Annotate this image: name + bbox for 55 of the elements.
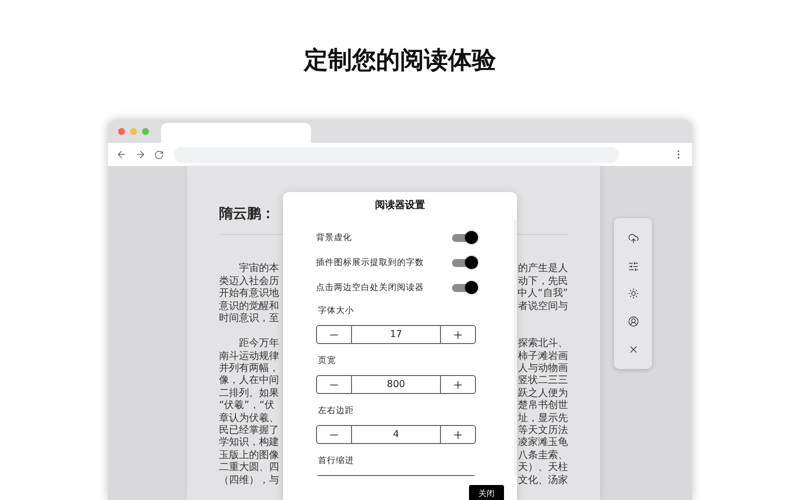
setting-label: 左右边距	[318, 405, 354, 418]
article-text: 二重大圆、四	[219, 462, 279, 474]
toggle-switch[interactable]	[452, 234, 476, 242]
article-text: 址，显示先	[518, 412, 568, 424]
article-text: 凌家滩玉龟	[518, 437, 568, 450]
setting-label: 页宽	[318, 355, 336, 368]
article-text: 中人“自我”	[518, 288, 568, 300]
article-text: 意识的觉醒和	[219, 300, 279, 312]
forward-arrow-icon	[135, 149, 146, 160]
cloud-upload-icon	[628, 232, 638, 244]
page-heading: 定制您的阅读体验	[304, 45, 496, 76]
back-arrow-icon	[116, 149, 127, 160]
article-text: 并列有两幅，	[219, 363, 279, 374]
article-text: 像，人在中间	[219, 375, 279, 388]
article-text: 八条圭索、	[518, 450, 568, 462]
plus-icon	[452, 428, 464, 441]
article-text: 等天文历法	[518, 425, 568, 436]
setting-label: 首行缩进	[318, 455, 354, 468]
article-text: 文化、汤家	[518, 474, 568, 487]
article-text: 学知识，构建	[219, 437, 279, 450]
article-text: 玉版上的图像	[219, 450, 279, 462]
article-text: 二排列。如果	[219, 388, 279, 400]
article-text: 柿子滩岩画	[518, 350, 568, 362]
sun-icon	[628, 288, 638, 300]
plus-icon	[452, 378, 464, 391]
article-text: 者说空间与	[518, 300, 568, 313]
close-button[interactable]: 关闭	[469, 485, 504, 500]
article-text: 类迈入社会历	[219, 276, 279, 288]
toggle-switch[interactable]	[452, 258, 476, 267]
article-text: 楚帛书创世	[518, 400, 568, 412]
article-text: 人与动物画	[518, 363, 568, 374]
article-text: 竖状二三三	[518, 375, 568, 388]
plus-icon	[452, 328, 464, 341]
article-text: 宇宙的本	[239, 263, 279, 276]
setting-label: 字体大小	[318, 305, 354, 318]
article-text: “伏羲”，“伏	[219, 400, 275, 412]
article-text: 跃之人便为	[518, 388, 568, 400]
article-text: （四维），与	[219, 474, 279, 487]
toggle-label: 插件图标展示提取到的字数	[316, 256, 424, 269]
user-circle-icon	[628, 316, 638, 328]
reload-icon	[154, 150, 164, 160]
article-text: 章认为伏羲、	[219, 412, 279, 424]
article-text: 距今万年	[239, 338, 279, 350]
article-text: 的产生是人	[518, 263, 568, 276]
article-text: 探索北斗、	[518, 338, 568, 350]
settings-sliders-icon	[628, 260, 638, 272]
article-text: 动下，先民	[518, 276, 568, 288]
article-text: 天）、天柱	[518, 462, 568, 474]
close-icon	[628, 344, 638, 355]
toggle-switch[interactable]	[452, 284, 476, 292]
article-text: 开始有意识地	[219, 288, 279, 300]
article-text: 南斗运动规律	[219, 350, 279, 362]
toggle-label: 点击两边空白处关闭阅读器	[316, 282, 424, 294]
article-text: 时间意识，至	[219, 312, 279, 326]
article-text: 民已经掌握了	[219, 425, 279, 436]
